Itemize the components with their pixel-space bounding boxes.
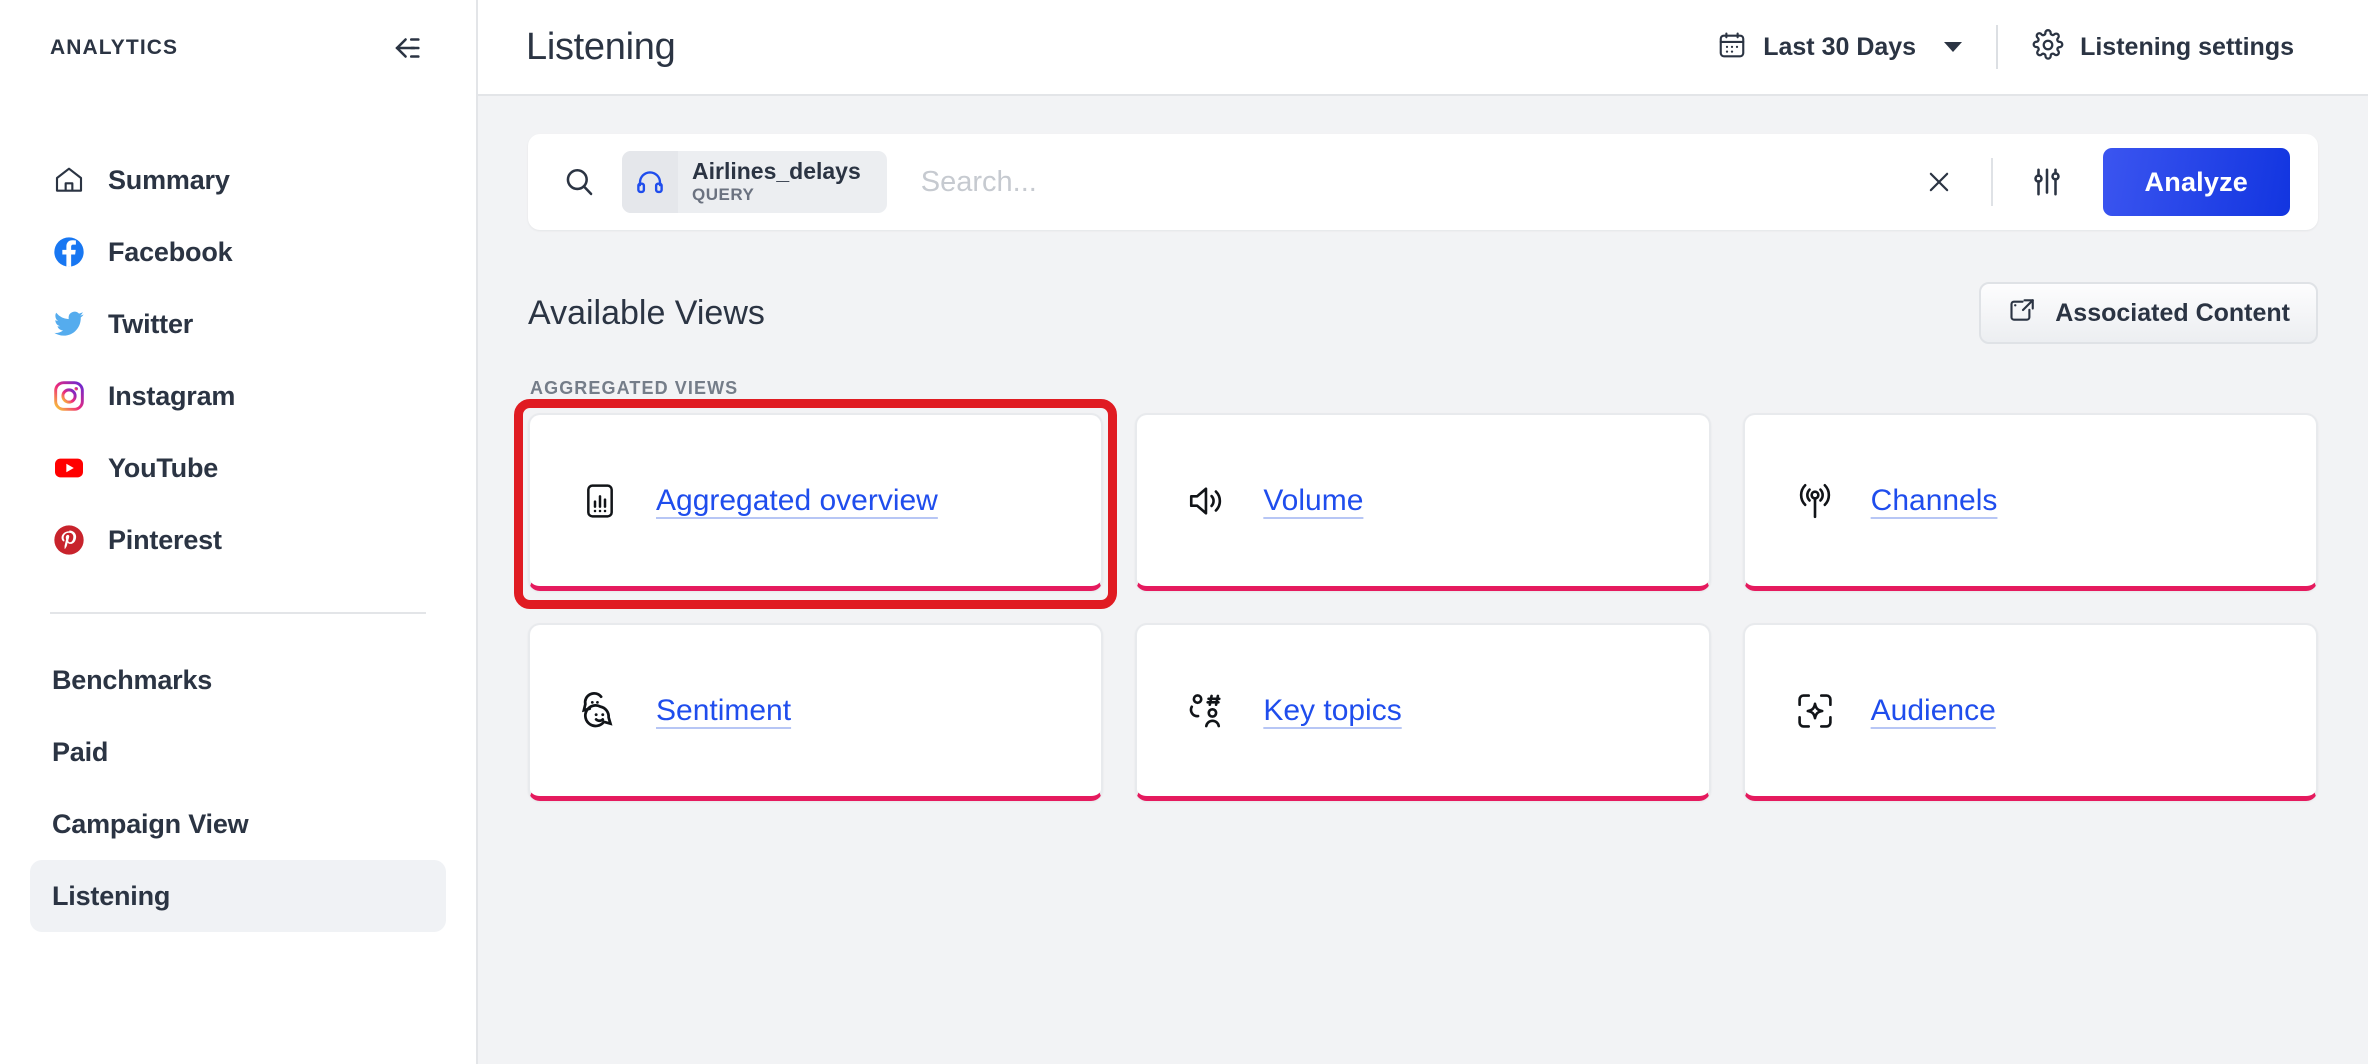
top-bar-actions: Last 30 Days Listening settings: [1691, 25, 2320, 69]
query-chip-type: QUERY: [692, 186, 861, 204]
view-card-link[interactable]: Sentiment: [656, 694, 791, 728]
collapse-left-icon[interactable]: [386, 27, 428, 69]
bar-chart-icon: [578, 479, 622, 523]
chevron-down-icon: [1944, 42, 1962, 52]
sidebar-divider: [50, 612, 426, 614]
sidebar-item-label: Pinterest: [108, 525, 222, 556]
available-views-title: Available Views: [528, 294, 765, 333]
sidebar-item-twitter[interactable]: Twitter: [30, 288, 446, 360]
aggregated-views-group-label: AGGREGATED VIEWS: [530, 378, 2318, 399]
twitter-icon: [52, 307, 86, 341]
pinterest-icon: [52, 523, 86, 557]
view-card-link[interactable]: Volume: [1263, 484, 1363, 518]
sidebar-item-label: Instagram: [108, 381, 235, 412]
toolbar-divider: [1996, 25, 1998, 69]
sidebar-nav: Summary Facebook Twitter: [30, 96, 446, 932]
main-panel: Listening Last 30 D: [478, 0, 2368, 1064]
close-icon[interactable]: [1915, 167, 1963, 197]
query-chip[interactable]: Airlines_delays QUERY: [622, 151, 887, 213]
sidebar-item-pinterest[interactable]: Pinterest: [30, 504, 446, 576]
view-card-audience[interactable]: Audience: [1743, 623, 2318, 801]
external-window-icon: [2007, 296, 2037, 331]
youtube-icon: [52, 451, 86, 485]
sidebar-item-label: Paid: [52, 737, 108, 768]
headphones-icon: [622, 151, 678, 213]
calendar-icon: [1717, 30, 1747, 65]
view-card-wrapper: Key topics: [1135, 623, 1710, 801]
view-card-link[interactable]: Key topics: [1263, 694, 1401, 728]
sidebar-item-label: Campaign View: [52, 809, 248, 840]
view-card-sentiment[interactable]: Sentiment: [528, 623, 1103, 801]
query-chip-text: Airlines_delays QUERY: [678, 159, 871, 204]
view-card-link[interactable]: Channels: [1871, 484, 1998, 518]
sidebar-item-summary[interactable]: Summary: [30, 144, 446, 216]
search-bar: Airlines_delays QUERY: [528, 134, 2318, 230]
sidebar-header: ANALYTICS: [30, 0, 446, 96]
view-card-key-topics[interactable]: Key topics: [1135, 623, 1710, 801]
sidebar-item-campaign-view[interactable]: Campaign View: [30, 788, 446, 860]
page-title: Listening: [526, 26, 675, 69]
top-bar: Listening Last 30 D: [478, 0, 2368, 96]
view-card-wrapper: Aggregated overview: [528, 413, 1103, 591]
view-card-wrapper: Audience: [1743, 623, 2318, 801]
sliders-icon[interactable]: [2021, 165, 2073, 199]
view-card-link[interactable]: Audience: [1871, 694, 1996, 728]
speaker-icon: [1185, 479, 1229, 523]
target-frame-icon: [1793, 689, 1837, 733]
sidebar-item-label: Facebook: [108, 237, 232, 268]
gear-icon: [2032, 29, 2064, 66]
sidebar-item-listening[interactable]: Listening: [30, 860, 446, 932]
broadcast-icon: [1793, 479, 1837, 523]
view-card-wrapper: Sentiment: [528, 623, 1103, 801]
search-input[interactable]: [887, 166, 1915, 199]
content-area: Airlines_delays QUERY: [478, 96, 2368, 1064]
query-chip-name: Airlines_delays: [692, 159, 861, 184]
date-range-picker[interactable]: Last 30 Days: [1691, 30, 1988, 65]
sidebar-item-label: Benchmarks: [52, 665, 212, 696]
sidebar: ANALYTICS Summary: [0, 0, 478, 1064]
sidebar-item-label: Summary: [108, 165, 230, 196]
view-card-volume[interactable]: Volume: [1135, 413, 1710, 591]
associated-content-button[interactable]: Associated Content: [1979, 282, 2318, 344]
sidebar-item-instagram[interactable]: Instagram: [30, 360, 446, 432]
sidebar-item-benchmarks[interactable]: Benchmarks: [30, 644, 446, 716]
available-views-header: Available Views Associated Content: [528, 282, 2318, 344]
sidebar-item-paid[interactable]: Paid: [30, 716, 446, 788]
date-range-label: Last 30 Days: [1763, 33, 1916, 62]
associated-content-label: Associated Content: [2055, 299, 2290, 328]
facebook-icon: [52, 235, 86, 269]
analyze-button[interactable]: Analyze: [2103, 148, 2290, 216]
sidebar-title: ANALYTICS: [50, 36, 178, 60]
view-card-link[interactable]: Aggregated overview: [656, 484, 938, 518]
sidebar-item-youtube[interactable]: YouTube: [30, 432, 446, 504]
view-card-wrapper: Volume: [1135, 413, 1710, 591]
view-card-wrapper: Channels: [1743, 413, 2318, 591]
instagram-icon: [52, 379, 86, 413]
sidebar-item-facebook[interactable]: Facebook: [30, 216, 446, 288]
smiley-chat-icon: [578, 689, 622, 733]
sidebar-item-label: YouTube: [108, 453, 218, 484]
app-root: ANALYTICS Summary: [0, 0, 2368, 1064]
sidebar-item-label: Twitter: [108, 309, 193, 340]
view-card-channels[interactable]: Channels: [1743, 413, 2318, 591]
sidebar-item-label: Listening: [52, 881, 170, 912]
listening-settings-label: Listening settings: [2080, 33, 2294, 62]
search-icon: [562, 165, 596, 199]
view-card-aggregated-overview[interactable]: Aggregated overview: [528, 413, 1103, 591]
search-divider: [1991, 158, 1993, 206]
listening-settings-button[interactable]: Listening settings: [2006, 29, 2320, 66]
home-icon: [52, 163, 86, 197]
people-hash-icon: [1185, 689, 1229, 733]
views-grid: Aggregated overview: [528, 413, 2318, 801]
